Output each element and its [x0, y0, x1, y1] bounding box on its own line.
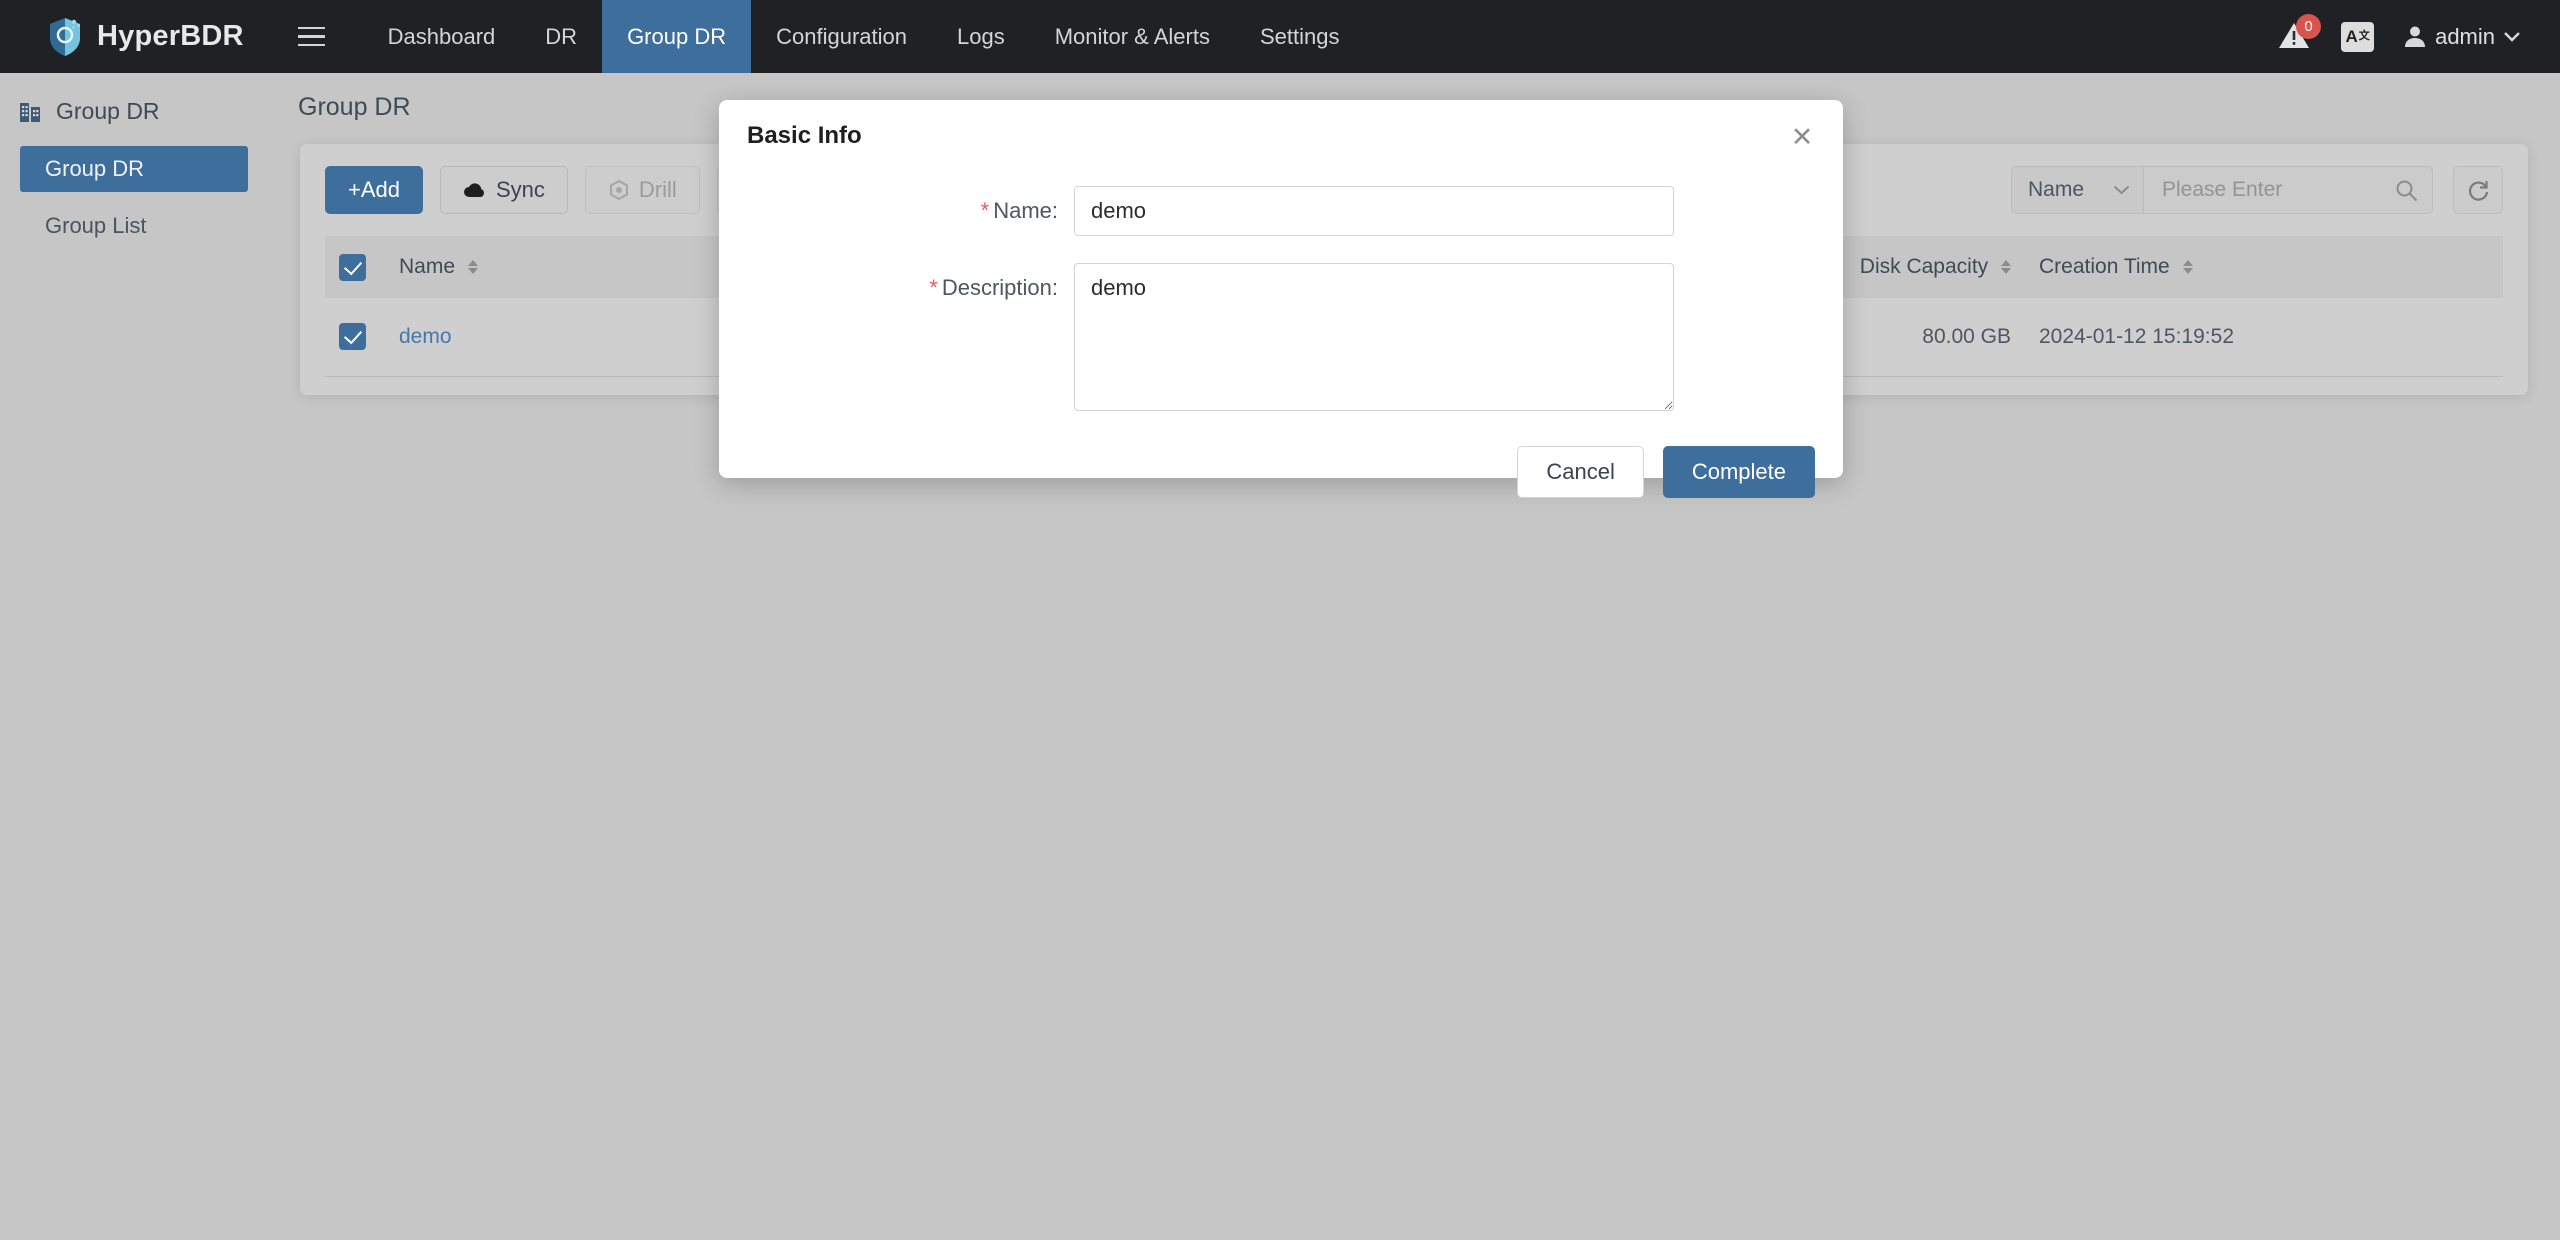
modal-footer: Cancel Complete: [719, 438, 1843, 498]
complete-button[interactable]: Complete: [1662, 446, 1815, 498]
required-asterisk: *: [980, 198, 990, 223]
description-form-row: * Description:: [719, 263, 1843, 411]
required-asterisk: *: [929, 275, 938, 300]
modal-body: *Name: *Description:: [719, 172, 1843, 411]
name-input[interactable]: [1074, 186, 1674, 236]
modal-header: Basic Info ✕: [719, 100, 1843, 172]
cancel-button[interactable]: Cancel: [1517, 446, 1644, 498]
name-label-text: Name:: [993, 198, 1058, 223]
basic-info-modal: Basic Info ✕ *Name: *Description: Cancel…: [719, 100, 1843, 498]
description-label: * Description:: [16, 263, 1074, 301]
close-icon[interactable]: ✕: [1787, 122, 1817, 152]
description-textarea[interactable]: [1074, 263, 1674, 411]
description-label-text: Description:: [941, 275, 1058, 300]
name-form-row: * Name:: [719, 186, 1843, 236]
modal-title: Basic Info: [747, 122, 862, 149]
name-label: * Name:: [16, 186, 1074, 224]
